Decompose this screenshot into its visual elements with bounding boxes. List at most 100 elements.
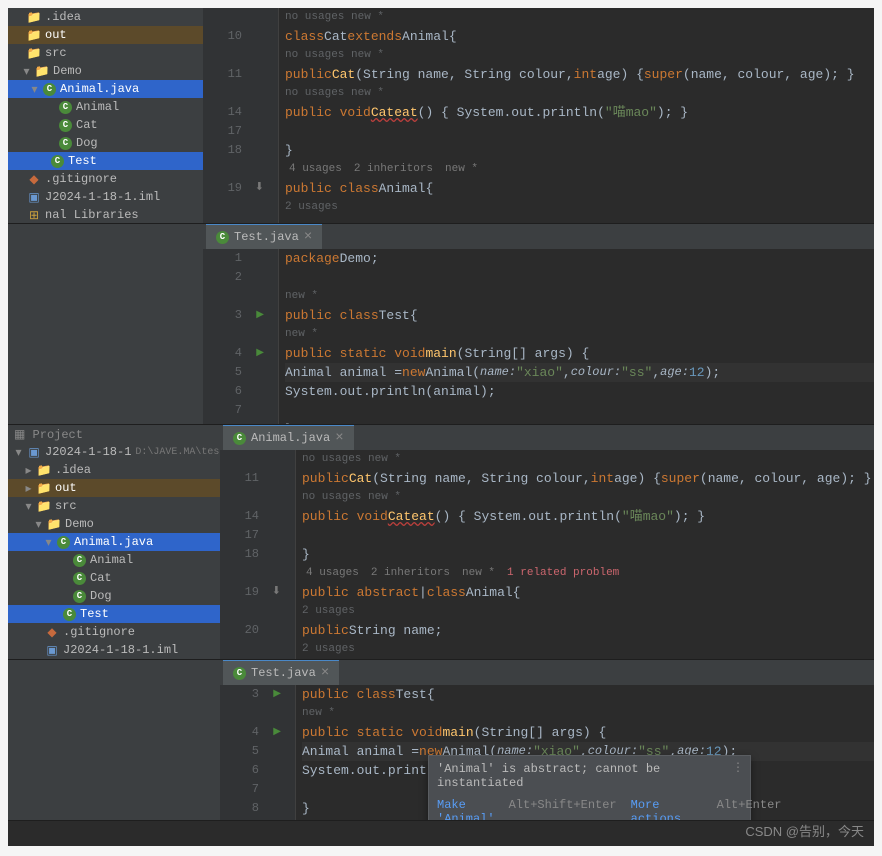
tree-item[interactable]: C Animal: [8, 98, 203, 116]
tree-item[interactable]: 📁 src: [8, 44, 203, 62]
line-number: 19⬇: [203, 179, 250, 198]
line-number: 11: [203, 65, 250, 84]
tree-item-label: Cat: [90, 571, 112, 585]
code-line[interactable]: [285, 122, 874, 141]
inlay-hints[interactable]: 4 usages2 inheritorsnew *1 related probl…: [302, 564, 874, 583]
code-line[interactable]: }: [285, 420, 874, 424]
tree-item[interactable]: 📁 .idea: [8, 8, 203, 26]
tree-item-label: out: [45, 28, 67, 42]
class-icon: C: [51, 155, 64, 168]
class-icon: C: [59, 101, 72, 114]
tree-item[interactable]: ▾▣ J2024-1-18-1 D:\JAVE.MA\test_java\J20…: [8, 443, 220, 461]
editor-tab[interactable]: C Test.java ×: [206, 224, 322, 249]
tree-toggle-icon[interactable]: ▾: [22, 64, 31, 79]
tree-toggle-icon[interactable]: ▾: [30, 82, 39, 97]
line-number: 11: [220, 469, 267, 488]
code-line[interactable]: System.out.println(animal);: [285, 382, 874, 401]
tree-item[interactable]: C Test: [8, 605, 220, 623]
run-gutter-icon[interactable]: ▶: [256, 344, 264, 363]
tree-item[interactable]: C Dog: [8, 587, 220, 605]
class-icon: C: [59, 119, 72, 132]
code-line[interactable]: public abstract |class Animal {: [302, 583, 874, 602]
code-line[interactable]: }: [302, 545, 874, 564]
run-gutter-icon[interactable]: ▶: [273, 723, 281, 742]
line-number: 3▶: [203, 306, 250, 325]
class-icon: C: [73, 572, 86, 585]
folder-icon: 📁: [27, 10, 41, 24]
tree-toggle-icon[interactable]: ▾: [34, 517, 43, 532]
project-tree[interactable]: ▦ Project ▾▣ J2024-1-18-1 D:\JAVE.MA\tes…: [8, 425, 220, 659]
tree-item[interactable]: 📁 out: [8, 26, 203, 44]
tree-toggle-icon[interactable]: ▾: [24, 499, 33, 514]
tree-item-label: Animal.java: [60, 82, 139, 96]
code-line[interactable]: Animal animal = new Animal( name: "xiao"…: [285, 363, 874, 382]
tree-toggle-icon[interactable]: ▾: [44, 535, 53, 550]
code-line[interactable]: public class Test {: [285, 306, 874, 325]
code-line[interactable]: public Cat(String name, String colour, i…: [285, 65, 874, 84]
editor-tab[interactable]: C Test.java ×: [223, 660, 339, 685]
tree-item[interactable]: ▾📁 src: [8, 497, 220, 515]
gutter-marks: [277, 450, 296, 659]
quick-fix-action[interactable]: Make 'Animal' not abstract: [437, 798, 495, 821]
code-line[interactable]: package Demo;: [285, 249, 874, 268]
popup-menu-icon[interactable]: ⋮: [732, 760, 744, 775]
usage-hint: new *: [302, 704, 335, 723]
class-icon: C: [73, 590, 86, 603]
line-number: 1: [203, 249, 250, 268]
tree-toggle-icon[interactable]: ▾: [14, 445, 23, 460]
folder-icon: 📁: [37, 499, 51, 513]
code-line[interactable]: [285, 401, 874, 420]
project-tree[interactable]: 📁 .idea 📁 out 📁 src ▾📁 Demo ▾C Animal.ja…: [8, 8, 203, 223]
code-line[interactable]: [302, 526, 874, 545]
code-line[interactable]: public class Animal {: [285, 179, 874, 198]
tree-item[interactable]: C Dog: [8, 134, 203, 152]
override-gutter-icon[interactable]: ⬇: [255, 179, 264, 198]
shortcut-hint: Alt+Enter: [717, 798, 782, 821]
close-tab-icon[interactable]: ×: [321, 665, 329, 681]
code-line[interactable]: public static void main(String[] args) {: [285, 344, 874, 363]
tree-item[interactable]: ▸📁 out: [8, 479, 220, 497]
library-icon: ⊞: [27, 208, 41, 222]
code-area[interactable]: package Demo;new *public class Test { ne…: [279, 249, 874, 424]
code-line[interactable]: }: [285, 141, 874, 160]
tree-toggle-icon[interactable]: ▸: [24, 463, 33, 478]
tree-item[interactable]: ▾C Animal.java: [8, 80, 203, 98]
run-gutter-icon[interactable]: ▶: [273, 685, 281, 704]
tree-item-label: Test: [80, 607, 109, 621]
code-line[interactable]: public class Test {: [302, 685, 874, 704]
code-line[interactable]: class Cat extends Animal{: [285, 27, 874, 46]
tree-toggle-icon[interactable]: ▸: [24, 481, 33, 496]
override-gutter-icon[interactable]: ⬇: [272, 583, 281, 602]
code-line[interactable]: [285, 268, 874, 287]
code-line[interactable]: public String name;: [302, 621, 874, 640]
code-line[interactable]: public Cat(String name, String colour, i…: [302, 469, 874, 488]
tree-item[interactable]: C Test: [8, 152, 203, 170]
close-tab-icon[interactable]: ×: [304, 229, 312, 245]
code-line[interactable]: public static void main(String[] args) {: [302, 723, 874, 742]
code-line[interactable]: public void Cateat() { System.out.printl…: [302, 507, 874, 526]
editor-tab[interactable]: C Animal.java ×: [223, 425, 354, 450]
tree-item[interactable]: ◆ .gitignore: [8, 170, 203, 188]
code-area[interactable]: no usages new * public Cat(String name, …: [296, 450, 874, 659]
tree-item[interactable]: C Animal: [8, 551, 220, 569]
run-gutter-icon[interactable]: ▶: [256, 306, 264, 325]
project-tool-header[interactable]: ▦ Project: [8, 425, 220, 443]
tree-item[interactable]: ◆ .gitignore: [8, 623, 220, 641]
tree-item[interactable]: C Cat: [8, 116, 203, 134]
tree-item[interactable]: C Cat: [8, 569, 220, 587]
tree-item[interactable]: ▾C Animal.java: [8, 533, 220, 551]
code-line[interactable]: public void Cateat() { System.out.printl…: [285, 103, 874, 122]
tree-item[interactable]: ▾📁 Demo: [8, 62, 203, 80]
tree-item[interactable]: ▣ J2024-1-18-1.iml: [8, 641, 220, 659]
inlay-hints[interactable]: 4 usages2 inheritorsnew *: [285, 160, 874, 179]
error-popup[interactable]: ⋮ 'Animal' is abstract; cannot be instan…: [428, 755, 751, 821]
code-area[interactable]: no usages new *class Cat extends Animal{…: [279, 8, 874, 223]
tree-item[interactable]: ▣ J2024-1-18-1.iml: [8, 188, 203, 206]
line-number: 4▶: [203, 344, 250, 363]
tree-item[interactable]: ▸📁 .idea: [8, 461, 220, 479]
tree-item[interactable]: ▾📁 Demo: [8, 515, 220, 533]
tree-item[interactable]: ⊞ nal Libraries: [8, 206, 203, 223]
close-tab-icon[interactable]: ×: [335, 430, 343, 446]
more-actions[interactable]: More actions...: [631, 798, 703, 821]
usage-hint: no usages new *: [285, 8, 384, 27]
